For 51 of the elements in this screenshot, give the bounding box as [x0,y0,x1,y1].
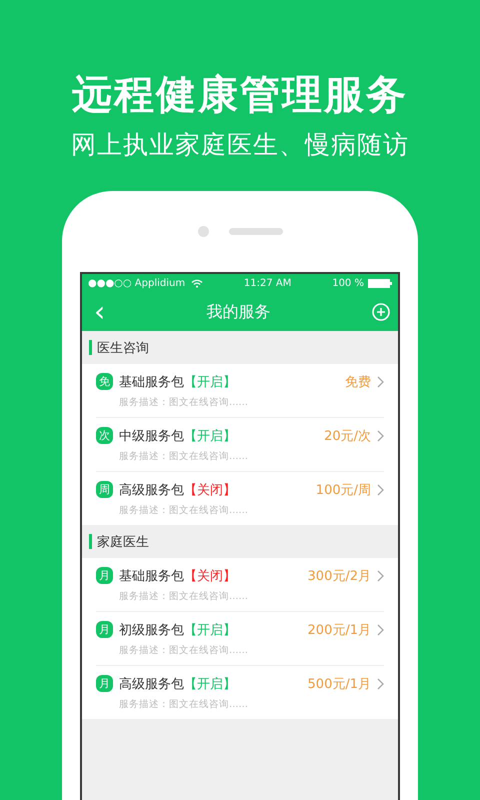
service-price: 100元/周 [316,482,371,498]
service-status: 【开启】 [184,374,236,390]
camera-icon [198,226,208,237]
service-price: 20元/次 [324,428,371,444]
service-status: 【开启】 [184,622,236,638]
wifi-icon [191,279,204,288]
battery-icon [368,279,392,288]
clock-text: 11:27 AM [244,278,292,289]
battery-text: 100 % [332,278,364,289]
add-icon[interactable] [372,303,390,321]
service-status: 【开启】 [184,428,236,444]
screen-title: 我的服务 [206,302,271,322]
section-title: 医生咨询 [97,340,149,356]
chevron-icon[interactable] [377,484,384,496]
service-badge: 月 [96,675,113,692]
service-status: 【开启】 [184,676,236,692]
subtitle: 网上执业家庭医生、慢病随访 [71,129,409,161]
service-price: 300元/2月 [308,568,371,584]
service-description: 服务描述：图文在线咨询…… [119,504,249,516]
service-price: 500元/1月 [308,676,371,692]
service-badge: 周 [96,481,113,498]
chevron-icon[interactable] [377,678,384,690]
chevron-icon[interactable] [377,570,384,582]
service-name[interactable]: 初级服务包 [119,620,184,638]
service-name[interactable]: 基础服务包 [119,566,184,584]
service-description: 服务描述：图文在线咨询…… [119,698,249,710]
service-description: 服务描述：图文在线咨询…… [119,590,249,602]
chevron-icon[interactable] [377,430,384,442]
service-badge: 月 [96,567,113,584]
service-description: 服务描述：图文在线咨询…… [119,396,249,408]
section-marker [89,534,92,549]
section-marker [89,340,92,355]
section-title: 家庭医生 [97,534,149,550]
service-name[interactable]: 中级服务包 [119,426,184,444]
headline: 远程健康管理服务 [72,71,408,120]
chevron-icon[interactable] [377,376,384,388]
service-badge: 免 [96,373,113,390]
speaker-icon [228,228,282,235]
service-name[interactable]: 基础服务包 [119,372,184,390]
service-name[interactable]: 高级服务包 [119,674,184,692]
service-description: 服务描述：图文在线咨询…… [119,450,249,462]
chevron-icon[interactable] [377,624,384,636]
service-badge: 次 [96,427,113,444]
carrier-text: ●●●○○ Applidium [88,278,186,289]
service-status: 【关闭】 [184,568,236,584]
service-price: 免费 [345,374,371,390]
service-name[interactable]: 高级服务包 [119,480,184,498]
service-badge: 月 [96,621,113,638]
service-status: 【关闭】 [184,482,236,498]
service-price: 200元/1月 [308,622,371,638]
service-description: 服务描述：图文在线咨询…… [119,644,249,656]
